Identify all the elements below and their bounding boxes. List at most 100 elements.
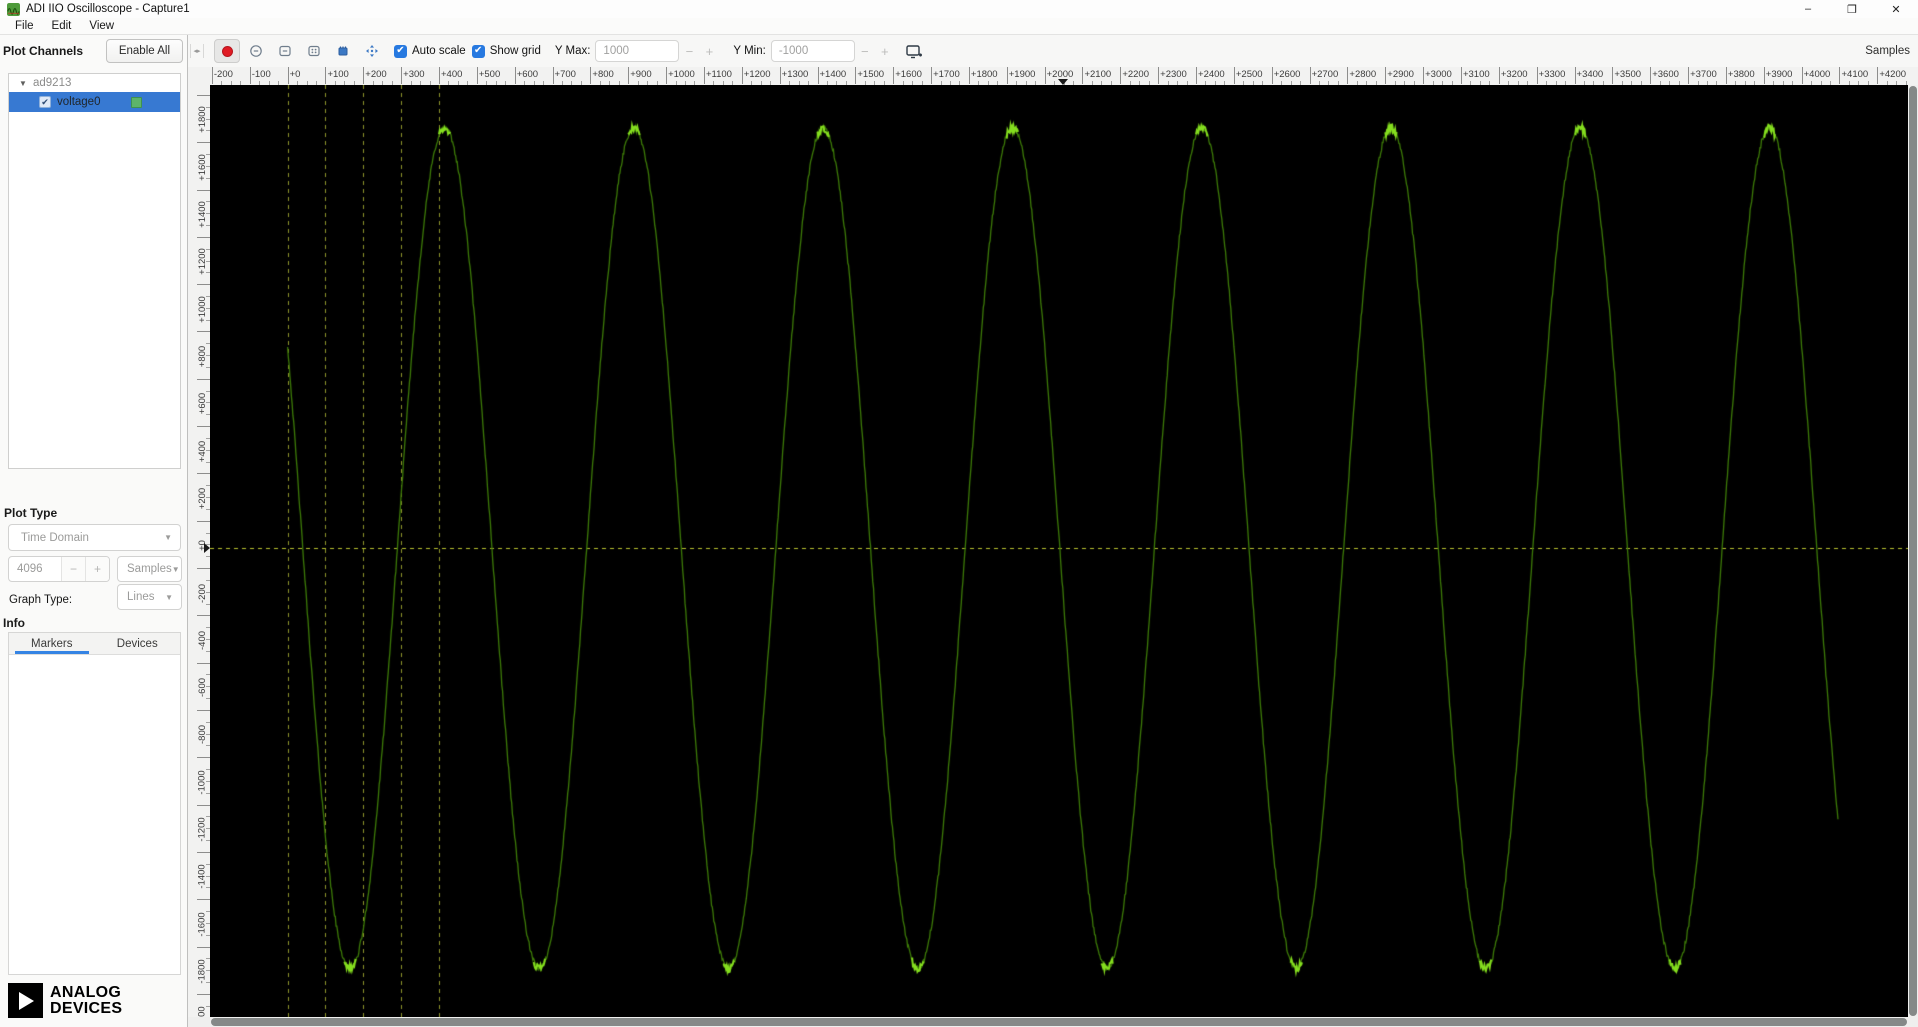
channel-checkbox[interactable]: ✔ xyxy=(39,96,51,108)
y-minor-tick xyxy=(206,366,210,368)
sample-count-stepper[interactable]: 4096 − + xyxy=(8,556,110,582)
increment-button[interactable]: + xyxy=(85,557,109,581)
auto-scale-checkbox[interactable]: ✔ Auto scale xyxy=(394,44,466,58)
menu-edit[interactable]: Edit xyxy=(43,20,81,32)
y-max-minus-button[interactable]: − xyxy=(679,44,699,59)
sample-count-value[interactable]: 4096 xyxy=(9,557,61,581)
x-minor-tick xyxy=(836,81,838,85)
x-minor-tick xyxy=(1148,81,1150,85)
x-tick xyxy=(249,67,251,84)
channel-color-swatch[interactable] xyxy=(131,96,142,108)
vertical-scrollbar-thumb[interactable] xyxy=(1909,86,1917,1016)
x-minor-tick xyxy=(1602,81,1604,85)
x-ruler[interactable]: -200 -100 +0 +100 +200 +300 +400 +500 +600 +700 +8… xyxy=(188,67,1918,85)
y-minor-tick xyxy=(206,934,210,936)
enable-all-button[interactable]: Enable All xyxy=(105,39,183,63)
y-minor-tick xyxy=(206,130,210,132)
zoom-out-circle-icon xyxy=(250,45,262,57)
x-minor-tick xyxy=(1214,81,1216,85)
x-axis-marker-icon[interactable] xyxy=(1057,79,1068,85)
x-tick xyxy=(590,67,592,84)
x-minor-tick xyxy=(543,81,545,85)
show-grid-checkbox[interactable]: ✔ Show grid xyxy=(471,44,541,58)
x-tick-label: +3100 xyxy=(1462,69,1490,80)
zoom-out-box-button[interactable] xyxy=(272,39,298,63)
x-tick xyxy=(1006,67,1008,84)
y-tick-label: -1200 xyxy=(197,817,208,842)
zoom-fit-button[interactable] xyxy=(301,39,327,63)
menu-view[interactable]: View xyxy=(80,20,123,32)
capture-button[interactable] xyxy=(214,39,240,63)
x-tick xyxy=(1574,67,1576,84)
screenshot-button[interactable] xyxy=(901,39,927,63)
x-minor-tick xyxy=(268,81,270,85)
app-window: ADI IIO Oscilloscope - Capture1 – ❐ ✕ Fi… xyxy=(0,0,1918,1027)
info-tabbar: Markers Devices xyxy=(9,633,180,655)
titlebar: ADI IIO Oscilloscope - Capture1 – ❐ ✕ xyxy=(0,0,1918,18)
x-minor-tick xyxy=(1375,81,1377,85)
plot-channels-heading: Plot Channels xyxy=(3,44,84,58)
expander-icon[interactable]: ▼ xyxy=(19,79,29,88)
y-minor-tick xyxy=(206,260,210,262)
tree-device-row[interactable]: ▼ ad9213 xyxy=(9,74,180,92)
x-minor-tick xyxy=(789,81,791,85)
tab-devices[interactable]: Devices xyxy=(95,633,181,654)
horizontal-scrollbar-thumb[interactable] xyxy=(211,1018,1907,1026)
x-minor-tick xyxy=(1300,81,1302,85)
close-button[interactable]: ✕ xyxy=(1874,0,1918,18)
y-minor-tick xyxy=(206,958,210,960)
screenshot-plus-icon xyxy=(906,44,922,58)
y-min-minus-button[interactable]: − xyxy=(855,44,875,59)
sample-unit-select[interactable]: Samples ▼ xyxy=(117,556,182,582)
pane-handle-icon[interactable]: ◂▸ xyxy=(190,44,204,58)
x-minor-tick xyxy=(1186,81,1188,85)
plot-type-select[interactable]: Time Domain ▼ xyxy=(8,524,181,551)
y-ruler[interactable]: +1800 +1600 +1400 +1200 +1000 +800 +600 +400 +20… xyxy=(188,85,210,1017)
y-minor-tick xyxy=(206,745,210,747)
x-minor-tick xyxy=(864,81,866,85)
x-minor-tick xyxy=(278,81,280,85)
x-minor-tick xyxy=(1669,81,1671,85)
y-min-input[interactable] xyxy=(770,40,855,62)
x-minor-tick xyxy=(997,81,999,85)
device-button[interactable] xyxy=(330,39,356,63)
restore-button[interactable]: ❐ xyxy=(1830,0,1874,18)
tab-markers[interactable]: Markers xyxy=(9,633,95,654)
window-controls: – ❐ ✕ xyxy=(1786,0,1918,18)
minimize-button[interactable]: – xyxy=(1786,0,1830,18)
x-minor-tick xyxy=(1366,81,1368,85)
y-minor-tick xyxy=(206,792,210,794)
x-tick xyxy=(552,67,554,84)
y-minor-tick xyxy=(206,177,210,179)
graph-type-select[interactable]: Lines ▼ xyxy=(117,584,182,610)
menu-file[interactable]: File xyxy=(6,20,43,32)
x-tick-label: +1000 xyxy=(668,69,695,80)
x-minor-tick xyxy=(1054,81,1056,85)
y-max-plus-button[interactable]: + xyxy=(699,44,719,59)
x-tick-label: +300 xyxy=(403,69,425,80)
zoom-out-circle-button[interactable] xyxy=(243,39,269,63)
decrement-button[interactable]: − xyxy=(61,557,85,581)
device-icon xyxy=(338,46,348,56)
y-tick-label: +800 xyxy=(197,345,208,368)
x-minor-tick xyxy=(1593,81,1595,85)
x-minor-tick xyxy=(694,81,696,85)
horizontal-scrollbar[interactable] xyxy=(188,1017,1918,1027)
x-tick-label: +3900 xyxy=(1765,69,1793,80)
x-tick-label: +1300 xyxy=(781,69,809,80)
y-max-input[interactable] xyxy=(595,40,680,62)
oscilloscope-plot[interactable] xyxy=(210,85,1908,1017)
move-button[interactable] xyxy=(359,39,385,63)
vertical-scrollbar[interactable] xyxy=(1908,85,1918,1017)
y-minor-tick xyxy=(206,508,210,510)
x-minor-tick xyxy=(1451,81,1453,85)
y-min-plus-button[interactable]: + xyxy=(875,44,895,59)
x-tick xyxy=(741,67,743,84)
x-minor-tick xyxy=(1035,81,1037,85)
y-axis-marker-icon[interactable] xyxy=(204,543,210,554)
tree-channel-row[interactable]: ✔ voltage0 xyxy=(9,92,180,112)
x-minor-tick xyxy=(1205,81,1207,85)
x-minor-tick xyxy=(609,81,611,85)
x-minor-tick xyxy=(1527,81,1529,85)
x-minor-tick xyxy=(1716,81,1718,85)
